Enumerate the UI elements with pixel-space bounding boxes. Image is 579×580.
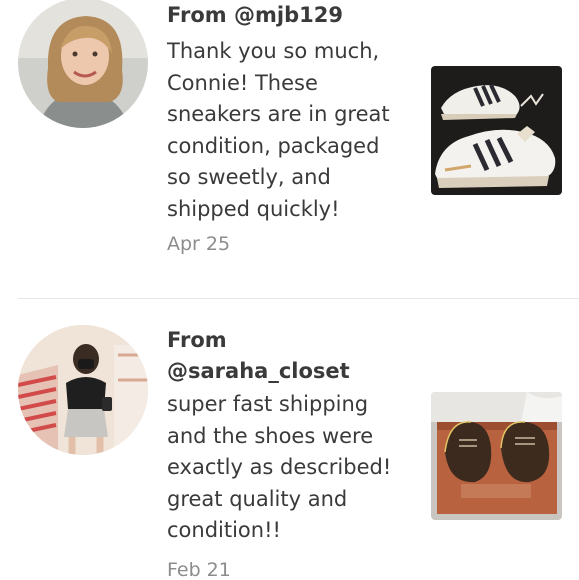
item-photo[interactable] [431, 66, 562, 195]
comment-line: great quality and [167, 486, 348, 511]
review-text: From @saraha_closet super fast shipping … [167, 325, 412, 580]
comment-line: condition, packaged [167, 133, 380, 158]
reviewer-handle[interactable]: @mjb129 [234, 3, 343, 27]
review-comment: super fast shipping and the shoes were e… [167, 389, 412, 547]
from-label: From [167, 3, 227, 27]
comment-line: sneakers are in great [167, 102, 390, 126]
comment-line: exactly as described! [167, 455, 392, 479]
reviewer-line: From @mjb129 [167, 0, 412, 31]
review-comment: Thank you so much, Connie! These sneaker… [167, 36, 412, 225]
comment-line: condition!! [167, 518, 281, 542]
reviewer-avatar[interactable] [18, 325, 148, 455]
comment-line: and the shoes were [167, 423, 374, 448]
from-label-line: From [167, 325, 412, 356]
item-photo[interactable] [431, 392, 562, 520]
comment-line: super fast shipping [167, 392, 369, 416]
reviewer-avatar[interactable] [18, 0, 148, 128]
from-label: From [167, 328, 227, 352]
comment-line: Thank you so much, [167, 39, 380, 63]
review-card: From @saraha_closet super fast shipping … [0, 299, 579, 580]
review-date: Feb 21 [167, 558, 231, 580]
comment-line: Connie! These [167, 70, 318, 95]
review-date: Apr 25 [167, 233, 231, 255]
reviewer-handle[interactable]: @saraha_closet [167, 359, 350, 383]
comment-line: shipped quickly! [167, 196, 340, 221]
reviewer-handle-line: @saraha_closet [167, 356, 412, 387]
review-card: From @mjb129 Thank you so much, Connie! … [0, 0, 579, 298]
review-text: From @mjb129 Thank you so much, Connie! … [167, 0, 412, 255]
reviews-page: From @mjb129 Thank you so much, Connie! … [0, 0, 579, 580]
comment-line: so sweetly, and [167, 165, 331, 189]
